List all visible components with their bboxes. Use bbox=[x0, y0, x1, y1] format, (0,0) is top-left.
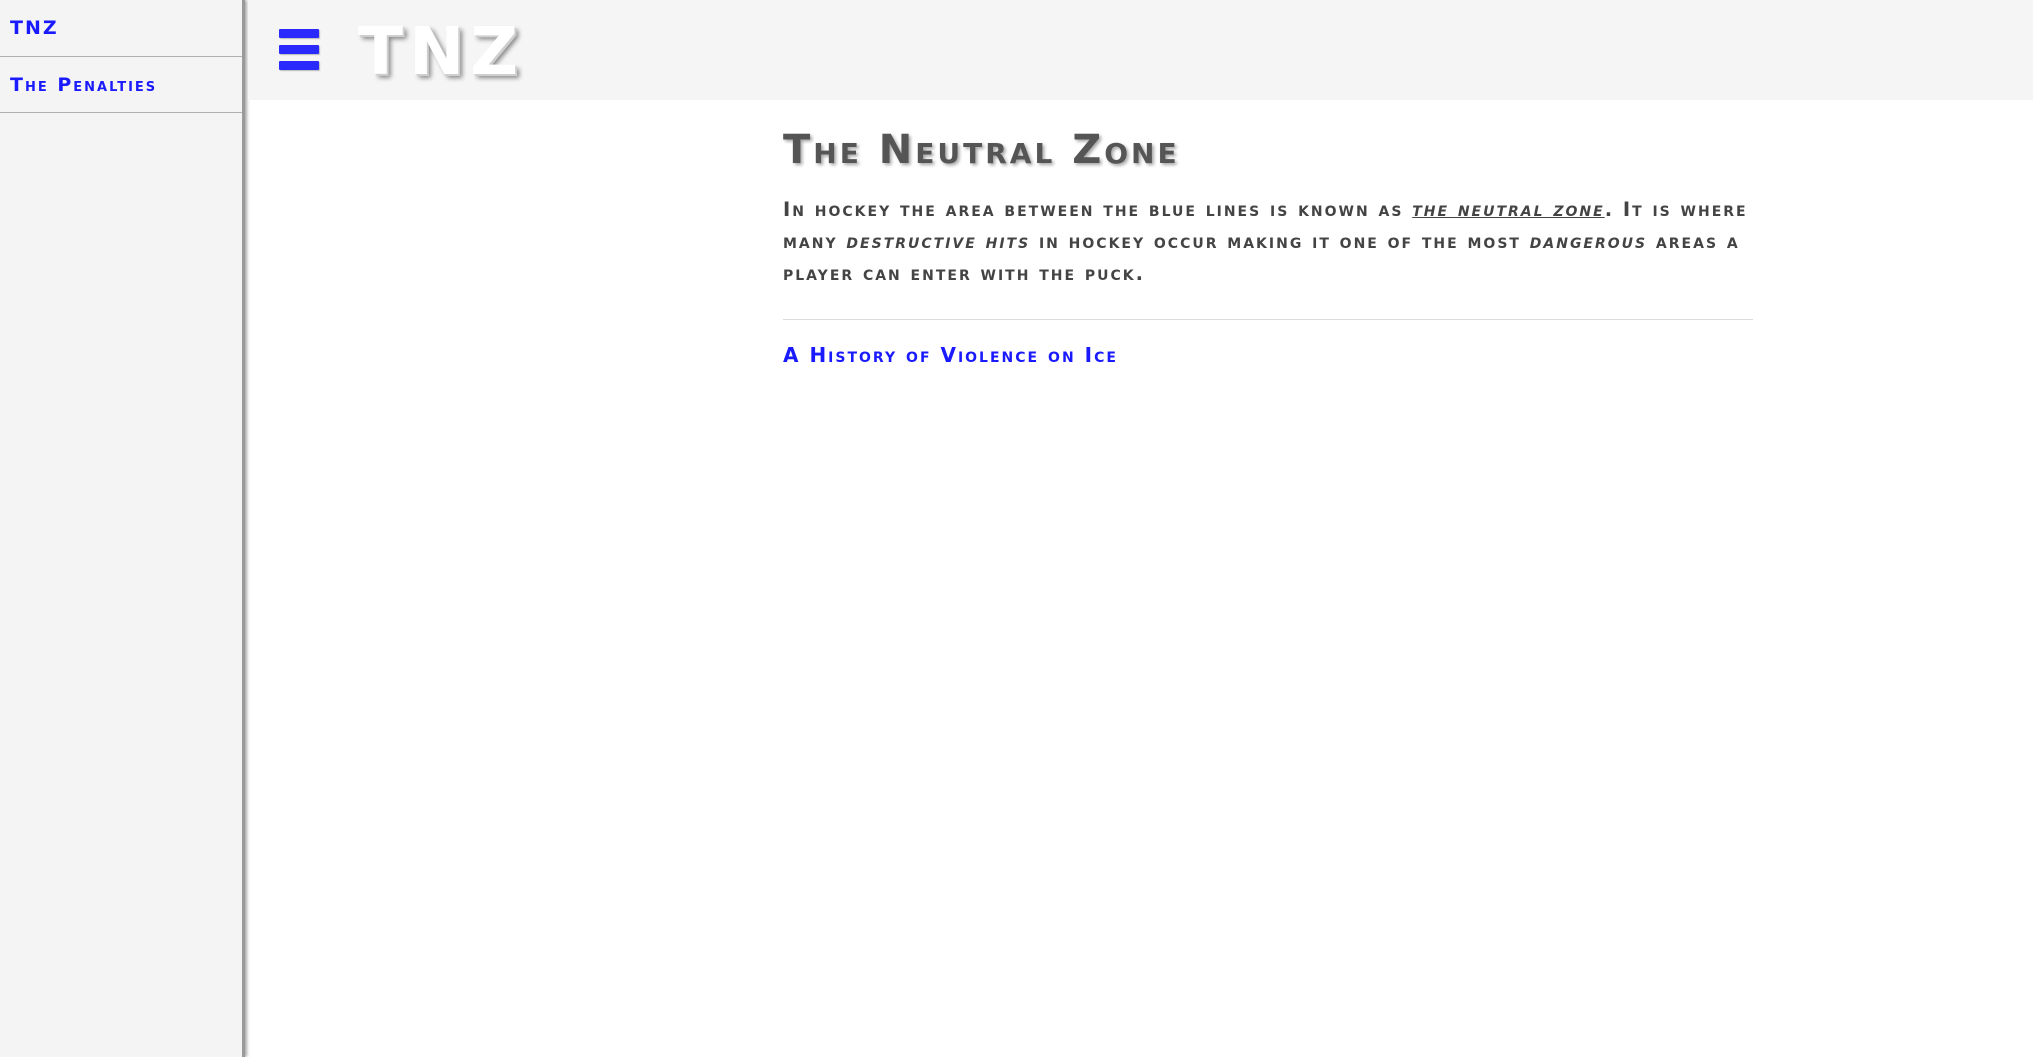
destructive-hits-term: destructive hits bbox=[846, 230, 1031, 253]
site-logo: TNZ bbox=[358, 13, 525, 90]
divider bbox=[783, 319, 1753, 320]
intro-text-1: In hockey the area between the blue line… bbox=[783, 198, 1413, 221]
intro-paragraph: In hockey the area between the blue line… bbox=[783, 194, 1753, 290]
hamburger-menu-icon[interactable] bbox=[279, 29, 319, 70]
sidebar-item-tnz[interactable]: TNZ bbox=[0, 0, 242, 57]
sidebar-item-the-penalties[interactable]: The Penalties bbox=[0, 57, 242, 113]
dangerous-term: dangerous bbox=[1529, 230, 1648, 253]
top-bar: TNZ bbox=[248, 0, 2033, 100]
sidebar: TNZ The Penalties bbox=[0, 0, 245, 1057]
main-content: The Neutral Zone In hockey the area betw… bbox=[783, 120, 1753, 367]
intro-text-3: in hockey occur making it one of the mos… bbox=[1030, 230, 1530, 253]
neutral-zone-term: the neutral zone bbox=[1412, 198, 1605, 221]
page-title: The Neutral Zone bbox=[783, 127, 1180, 173]
history-of-violence-link[interactable]: A History of Violence on Ice bbox=[783, 343, 1118, 367]
